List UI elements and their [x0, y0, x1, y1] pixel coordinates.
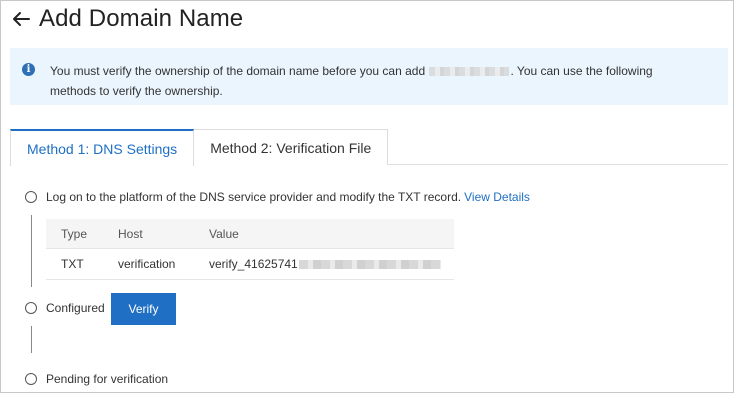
redacted-value [298, 259, 441, 269]
record-value-cell: verify_41625741 [194, 257, 454, 271]
notice-text: You must verify the ownership of the dom… [50, 61, 710, 101]
step-configured: Configured [25, 301, 105, 315]
view-details-link[interactable]: View Details [464, 190, 530, 204]
notice-text-before: You must verify the ownership of the dom… [50, 64, 426, 78]
info-notice: i You must verify the ownership of the d… [10, 48, 728, 105]
table-header: Type Host Value [46, 219, 454, 249]
tab-verification-file[interactable]: Method 2: Verification File [194, 129, 389, 165]
column-header-host: Host [118, 226, 143, 241]
verify-button[interactable]: Verify [111, 293, 176, 325]
notice-text-line2: methods to verify the ownership. [50, 84, 223, 98]
column-header-value: Value [209, 226, 239, 241]
record-type: TXT [61, 257, 84, 271]
page-frame: Add Domain Name i You must verify the ow… [0, 0, 734, 393]
tab-dns-settings[interactable]: Method 1: DNS Settings [10, 129, 195, 166]
step-pending: Pending for verification [25, 372, 168, 386]
column-header-type: Type [61, 226, 88, 241]
step-connector-line [31, 215, 32, 287]
back-arrow-icon[interactable] [10, 7, 32, 31]
step-connector-line-2 [31, 326, 32, 353]
dns-record-table: Type Host Value TXT verification verify_… [46, 219, 454, 280]
step-modify-txt: Log on to the platform of the DNS servic… [25, 190, 530, 204]
record-host: verification [118, 257, 176, 271]
method-tabs: Method 1: DNS Settings Method 2: Verific… [10, 129, 728, 166]
step3-text: Pending for verification [46, 372, 169, 386]
notice-text-after: . You can use the following [510, 64, 653, 78]
step1-text: Log on to the platform of the DNS servic… [46, 190, 462, 204]
step3-radio[interactable] [25, 373, 37, 385]
page-title: Add Domain Name [39, 5, 244, 32]
step1-radio[interactable] [25, 191, 37, 203]
page-header: Add Domain Name [10, 4, 243, 34]
step2-radio[interactable] [25, 302, 37, 314]
step2-text: Configured [46, 301, 105, 315]
table-row: TXT verification verify_41625741 [46, 249, 454, 280]
redacted-domain [429, 67, 510, 77]
info-icon: i [22, 63, 35, 76]
record-value: verify_41625741 [209, 257, 298, 271]
